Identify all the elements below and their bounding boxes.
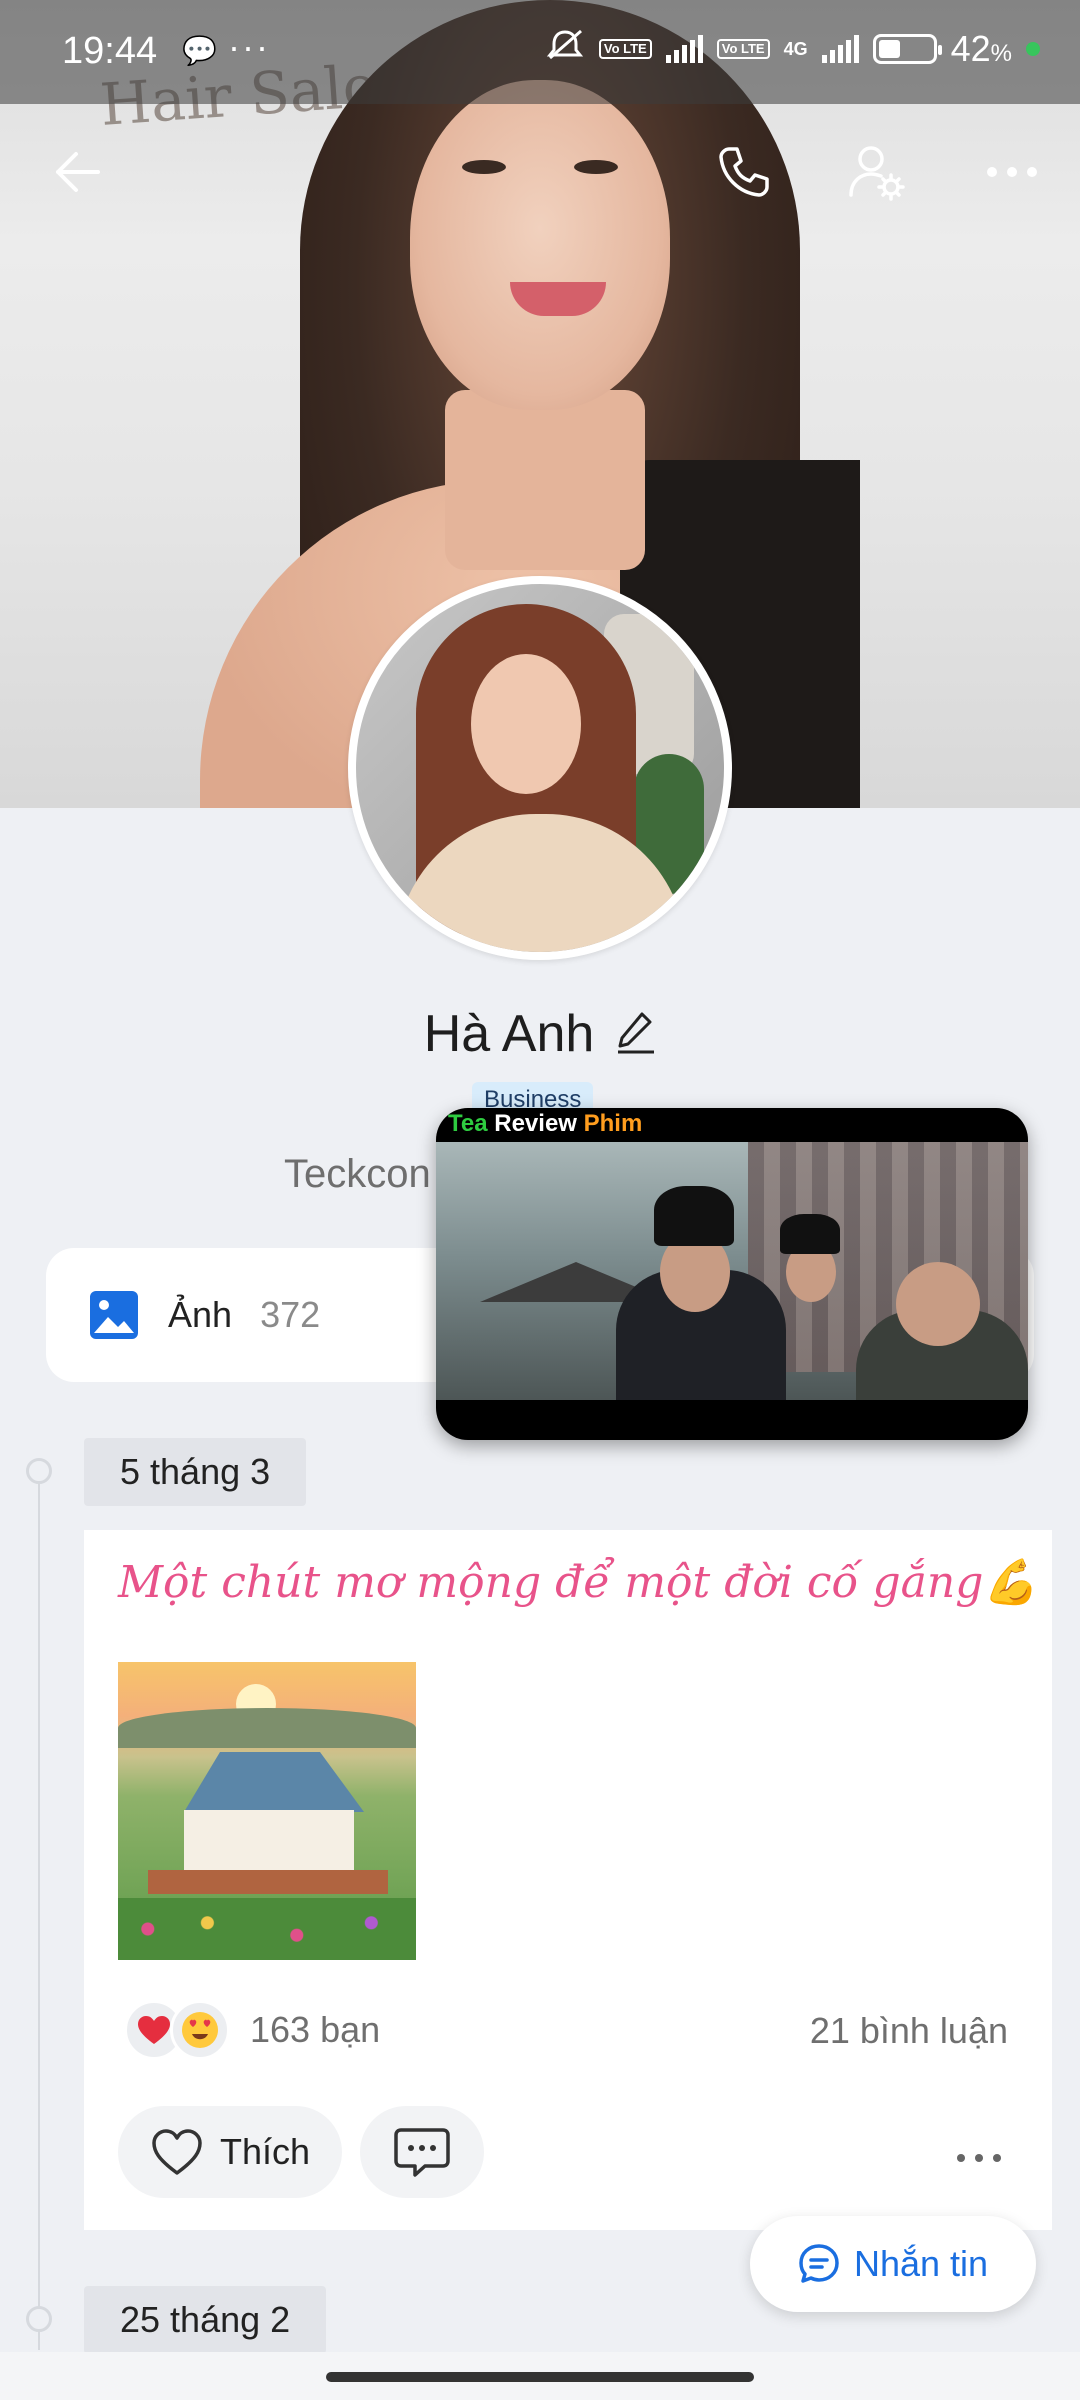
call-button[interactable] [712,140,776,204]
profile-name-row: Hà Anh [0,1004,1080,1064]
timeline-date: 5 tháng 3 [84,1438,307,1506]
volte-badge-1: Vo LTE [598,39,652,59]
message-button[interactable]: Nhắn tin [750,2216,1036,2312]
more-options-button[interactable] [980,140,1044,204]
image-icon [90,1291,138,1339]
home-indicator[interactable] [326,2372,754,2382]
cover-eye-right [574,160,618,174]
chat-bubble-icon [799,2244,839,2283]
message-button-label: Nhắn tin [853,2243,989,2284]
post-more-button[interactable] [954,2130,1004,2175]
more-horizontal-icon [957,2154,1001,2162]
video-face-right [896,1262,980,1346]
timeline-dot [26,1458,52,1484]
comment-count[interactable]: 21 bình luận [810,2010,1008,2052]
photo-garden [118,1898,416,1960]
photo-house-wall [184,1810,354,1870]
timeline-dot [26,2306,52,2332]
profile-avatar[interactable] [348,576,732,960]
network-type: 4G [783,39,808,59]
profile-bio: Teckcon [284,1152,431,1196]
edit-name-button[interactable] [616,1010,656,1059]
chat-notification-icon: 💬 [182,35,217,66]
privacy-indicator-dot [1026,42,1040,56]
timeline-line [38,1470,40,2350]
user-gear-icon [849,146,905,201]
video-frame [436,1142,1028,1400]
reaction-summary[interactable]: 163 bạn [124,2000,380,2060]
floating-video-player[interactable]: Tea Review Phim [436,1108,1028,1440]
video-hat-main [654,1186,734,1246]
timeline-post[interactable]: Một chút mơ mộng để một đời cố gắng💪 163… [84,1530,1052,2230]
arrow-left-icon [56,152,100,192]
like-label: Thích [219,2131,311,2172]
cover-neck [445,390,645,570]
battery-percent: 42% [950,28,1012,69]
video-channel-title: Tea Review Phim [448,1110,643,1137]
signal-strength-icon-2 [821,35,859,63]
more-horizontal-icon [987,167,1037,177]
more-notifications-icon: ··· [228,26,270,67]
photo-house-roof [184,1752,364,1812]
video-hat-mid [780,1214,840,1254]
cover-eye-left [462,160,506,174]
phone-icon [719,147,769,197]
photos-count: 372 [260,1294,321,1335]
avatar-face [471,654,581,794]
photos-label: Ảnh [168,1294,233,1335]
like-button[interactable]: Thích [118,2106,342,2198]
heart-outline-icon [152,2129,202,2175]
profile-name: Hà Anh [423,1005,595,1063]
signal-strength-icon-1 [665,35,703,63]
post-photo[interactable] [118,1662,416,1960]
heart-eyes-reaction-icon [170,2000,230,2060]
post-caption: Một chút mơ mộng để một đời cố gắng💪 [118,1557,1039,1608]
comment-bubble-icon [394,2128,450,2177]
battery-fill [878,40,901,58]
comment-button[interactable] [360,2106,484,2198]
status-time: 19:44 [62,30,158,72]
battery-icon [872,34,942,64]
status-bar: 19:44 💬 ··· Vo LTE Vo LTE 4G 42% [0,0,1080,104]
back-button[interactable] [46,140,110,204]
volte-badge-2: Vo LTE [716,39,770,59]
mute-vibrate-icon [545,28,585,70]
cover-face [410,80,670,410]
pencil-icon [618,1012,655,1053]
photo-fence [148,1870,388,1894]
timeline-date: 25 tháng 2 [84,2286,327,2354]
photo-hills [118,1708,416,1748]
reaction-friends-count: 163 bạn [250,2009,381,2050]
profile-settings-button[interactable] [846,140,910,204]
